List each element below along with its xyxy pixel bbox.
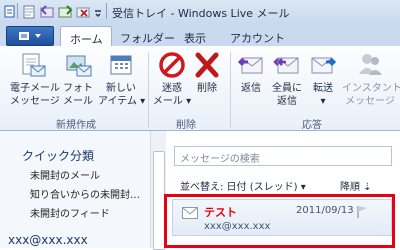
customize-toolbar-icon[interactable] <box>93 4 103 19</box>
tab-home-label: ホーム <box>70 33 103 46</box>
junk-icon <box>159 52 185 78</box>
delete-x-icon <box>195 52 219 78</box>
instant-message-label-2: メッセージ <box>345 96 395 107</box>
file-menu-icon <box>19 32 41 40</box>
photo-email-icon <box>66 55 92 77</box>
file-menu-button[interactable] <box>6 26 54 46</box>
tab-view[interactable]: 表示 <box>184 28 216 46</box>
new-items-button[interactable]: 新しい アイテム ▾ <box>98 50 146 114</box>
sidebar-account[interactable]: xxx@xxx.xxx <box>8 233 88 247</box>
delete-label: 削除 <box>197 83 217 94</box>
app-menu-icon[interactable] <box>4 4 15 19</box>
tab-view-label: 表示 <box>184 32 206 45</box>
quick-access-separator <box>17 3 18 19</box>
forward-button[interactable]: 転送 ▾ <box>308 50 338 114</box>
tab-account[interactable]: アカウント <box>230 28 290 46</box>
photo-email-label-1: フォト <box>63 83 93 94</box>
send-receive-quick-icon[interactable] <box>58 4 73 19</box>
reply-label: 返信 <box>241 83 261 94</box>
tab-folder-label: フォルダー <box>120 32 175 45</box>
reply-quick-icon[interactable] <box>40 4 55 19</box>
sort-dropdown[interactable]: 並べ替え: 日付 (スレッド) ▾ <box>180 178 306 193</box>
instant-message-button[interactable]: インスタント メッセージ <box>342 50 400 114</box>
junk-button[interactable]: 迷惑 メール ▾ <box>152 50 192 114</box>
sidebar-item-unread-feeds[interactable]: 未開封のフィード <box>30 205 110 220</box>
reply-all-icon <box>273 57 299 74</box>
tab-home[interactable]: ホーム <box>60 26 112 48</box>
messenger-buddy-icon <box>359 54 382 75</box>
instant-message-label-1: インスタント <box>342 83 400 94</box>
title-separator <box>106 3 107 19</box>
sort-order-toggle[interactable]: 降順 ⇣ <box>340 178 372 193</box>
ribbon-group-separator <box>230 52 231 128</box>
forward-icon <box>311 57 337 74</box>
delete-quick-icon[interactable] <box>76 4 91 19</box>
window-title: 受信トレイ - Windows Live メール <box>112 7 290 20</box>
new-items-label-1: 新しい <box>106 83 136 94</box>
delete-button[interactable]: 削除 <box>192 50 222 114</box>
group-delete-label: 削除 <box>176 120 196 131</box>
calendar-icon <box>110 55 132 75</box>
reply-icon <box>237 57 263 74</box>
forward-label-1: 転送 <box>313 83 333 94</box>
junk-label-1: 迷惑 <box>162 83 182 94</box>
new-email-label-1: 電子メール <box>10 83 60 94</box>
sidebar-item-unread-from-contacts[interactable]: 知り合いからの未開封… <box>30 186 140 201</box>
group-new-label: 新規作成 <box>56 120 96 131</box>
highlight-box <box>164 194 395 248</box>
reply-all-label-2: 返信 <box>277 96 297 107</box>
sidebar-item-unread-mail[interactable]: 未開封のメール <box>30 167 100 182</box>
reply-button[interactable]: 返信 <box>236 50 266 114</box>
new-email-label-2: メッセージ <box>10 96 60 107</box>
search-placeholder: メッセージの検索 <box>180 154 260 165</box>
photo-email-button[interactable]: フォト メール <box>60 50 96 114</box>
tab-account-label: アカウント <box>230 32 285 45</box>
new-message-icon[interactable] <box>22 4 37 19</box>
new-items-label-2: アイテム ▾ <box>98 96 146 107</box>
forward-label-2: ▾ <box>320 96 326 107</box>
quick-views-title[interactable]: クイック分類 <box>22 147 94 164</box>
group-respond-label: 応答 <box>302 120 322 131</box>
email-message-icon <box>22 53 46 77</box>
photo-email-label-2: メール <box>63 96 93 107</box>
reply-all-label-1: 全員に <box>272 83 302 94</box>
tab-folder[interactable]: フォルダー <box>120 28 180 46</box>
junk-label-2: メール ▾ <box>152 96 192 107</box>
reply-all-button[interactable]: 全員に 返信 <box>272 50 302 114</box>
new-email-button[interactable]: 電子メール メッセージ <box>10 50 60 114</box>
ribbon-group-separator <box>148 52 149 128</box>
